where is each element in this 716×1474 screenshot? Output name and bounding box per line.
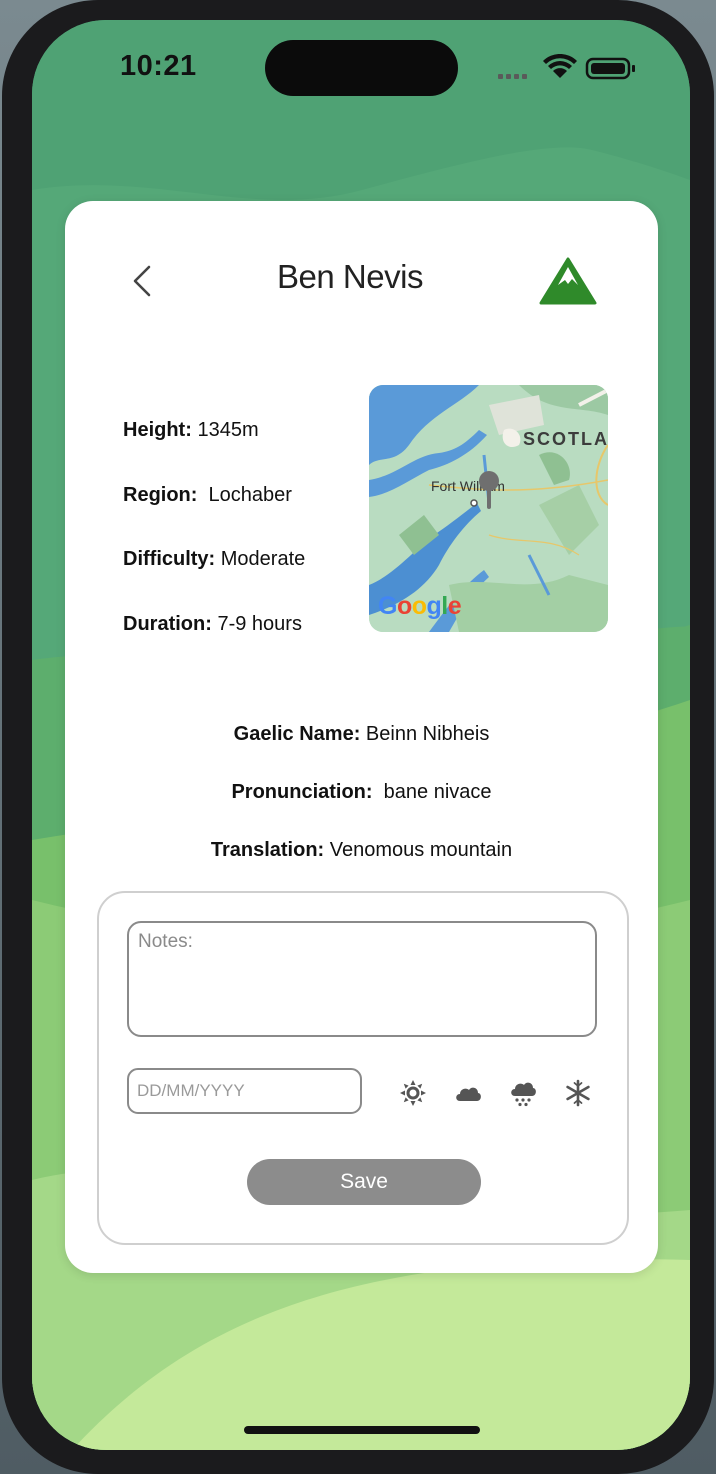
cellular-signal-icon bbox=[498, 74, 527, 79]
battery-icon bbox=[585, 57, 635, 80]
map-pin-icon bbox=[470, 471, 499, 509]
status-icons bbox=[498, 54, 635, 80]
map-view[interactable]: SCOTLA Fort William Google bbox=[369, 385, 608, 632]
pronunciation-row: Pronunciation: bane nivace bbox=[231, 781, 492, 803]
cloud-icon[interactable] bbox=[454, 1079, 482, 1107]
save-button[interactable]: Save bbox=[247, 1159, 481, 1205]
difficulty-row: Difficulty: Moderate bbox=[123, 548, 306, 570]
screen: 10:21 Ben Nevis Height: 1345m Region: Lo… bbox=[32, 20, 690, 1450]
duration-row: Duration: 7-9 hours bbox=[123, 613, 302, 635]
status-time: 10:21 bbox=[120, 50, 197, 82]
home-indicator[interactable] bbox=[244, 1426, 480, 1434]
wifi-icon bbox=[543, 54, 577, 78]
gaelic-name-row: Gaelic Name: Beinn Nibheis bbox=[233, 723, 490, 745]
snowflake-icon[interactable] bbox=[564, 1079, 592, 1107]
back-chevron-icon[interactable] bbox=[127, 261, 157, 301]
translation-row: Translation: Venomous mountain bbox=[210, 839, 513, 861]
page-title: Ben Nevis bbox=[277, 258, 423, 295]
mountain-card: Ben Nevis Height: 1345m Region: Lochaber… bbox=[65, 201, 658, 1273]
sun-icon[interactable] bbox=[399, 1079, 427, 1107]
mountain-icon bbox=[539, 257, 597, 305]
phone-frame: 10:21 Ben Nevis Height: 1345m Region: Lo… bbox=[2, 0, 714, 1474]
dynamic-island bbox=[265, 40, 458, 96]
height-row: Height: 1345m bbox=[123, 419, 259, 441]
notes-form: Save bbox=[97, 891, 629, 1245]
google-logo: Google bbox=[378, 592, 462, 620]
notes-input[interactable] bbox=[127, 921, 597, 1037]
region-row: Region: Lochaber bbox=[123, 484, 292, 506]
map-region-label: SCOTLA bbox=[523, 429, 608, 449]
rain-icon[interactable] bbox=[509, 1079, 537, 1107]
date-input[interactable] bbox=[127, 1068, 362, 1114]
